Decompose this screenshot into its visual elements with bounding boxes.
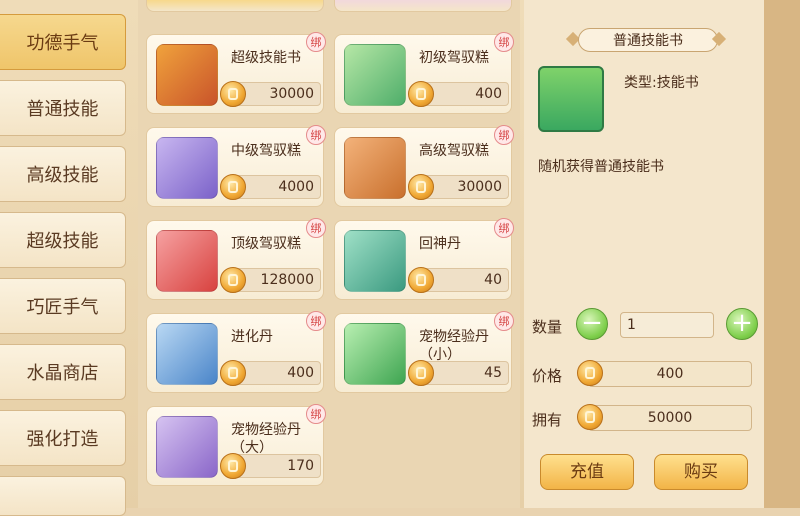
sidebar-item-label: 功德手气 (26, 33, 99, 54)
item-name: 超级技能书 (231, 50, 301, 66)
item-grid: 绑 超级技能书 30000 绑 初级驾驭糕 400 绑 中级驾驭糕 4000 绑… (138, 0, 520, 508)
cake-box-icon (344, 137, 406, 199)
item-name: 初级驾驭糕 (419, 50, 489, 66)
detail-title-box: 普通技能书 (578, 28, 718, 52)
coin-icon (220, 360, 246, 386)
item-name: 进化丹 (231, 329, 273, 345)
sidebar-item-forge[interactable]: 强化打造 (0, 410, 126, 466)
price-label: 价格 (532, 367, 563, 385)
sidebar-item-partial[interactable] (0, 476, 126, 516)
total-price: 400 (577, 360, 752, 387)
exp-pill-icon (156, 416, 218, 478)
pill-icon (344, 230, 406, 292)
bound-badge: 绑 (306, 311, 326, 331)
item-price: 30000 (408, 174, 509, 200)
item-price: 30000 (220, 81, 321, 107)
item-price: 128000 (220, 267, 321, 293)
bound-badge: 绑 (494, 218, 514, 238)
item-card[interactable]: 绑 宠物经验丹（小） 45 (334, 311, 514, 393)
item-price: 4000 (220, 174, 321, 200)
card-partial[interactable] (334, 0, 512, 12)
item-price: 40 (408, 267, 509, 293)
sidebar-item-crystal-shop[interactable]: 水晶商店 (0, 344, 126, 400)
skill-book-icon (156, 44, 218, 106)
item-card[interactable]: 绑 高级驾驭糕 30000 (334, 125, 514, 207)
cake-box-icon (344, 44, 406, 106)
sidebar-item-normal-skill[interactable]: 普通技能 (0, 80, 126, 136)
coin-icon (220, 174, 246, 200)
skill-book-icon (538, 66, 604, 132)
item-price: 400 (408, 81, 509, 107)
sidebar-item-label: 水晶商店 (26, 363, 99, 384)
detail-title: 普通技能书 (613, 33, 683, 49)
recharge-button[interactable]: 充值 (540, 454, 634, 490)
item-card[interactable]: 绑 初级驾驭糕 400 (334, 32, 514, 114)
coin-icon (220, 453, 246, 479)
sidebar-item-super-skill[interactable]: 超级技能 (0, 212, 126, 268)
sidebar-item-craftsman[interactable]: 巧匠手气 (0, 278, 126, 334)
item-description: 随机获得普通技能书 (538, 159, 664, 175)
sidebar-item-label: 普通技能 (26, 99, 99, 120)
coin-icon (408, 267, 434, 293)
quantity-decrease-button[interactable]: − (576, 308, 608, 340)
owned-amount: 50000 (577, 404, 752, 431)
coin-icon (577, 404, 603, 430)
item-price: 170 (220, 453, 321, 479)
quantity-label: 数量 (532, 318, 563, 336)
coin-icon (220, 267, 246, 293)
coin-icon (408, 81, 434, 107)
buy-button[interactable]: 购买 (654, 454, 748, 490)
bound-badge: 绑 (494, 125, 514, 145)
item-card[interactable]: 绑 回神丹 40 (334, 218, 514, 300)
sidebar-item-label: 强化打造 (26, 429, 99, 450)
sidebar-item-gongde[interactable]: 功德手气 (0, 14, 126, 70)
item-name: 回神丹 (419, 236, 461, 252)
quantity-increase-button[interactable]: + (726, 308, 758, 340)
window-edge (762, 0, 800, 508)
item-card[interactable]: 绑 超级技能书 30000 (146, 32, 326, 114)
item-price: 45 (408, 360, 509, 386)
coin-icon (577, 360, 603, 386)
item-name: 宠物经验丹（大） (231, 422, 301, 456)
evolution-pill-icon (156, 323, 218, 385)
owned-label: 拥有 (532, 411, 563, 429)
sidebar-item-advanced-skill[interactable]: 高级技能 (0, 146, 126, 202)
coin-icon (220, 81, 246, 107)
item-name: 宠物经验丹（小） (419, 329, 489, 363)
sidebar-item-label: 巧匠手气 (26, 297, 99, 318)
item-card[interactable]: 绑 进化丹 400 (146, 311, 326, 393)
coin-icon (408, 174, 434, 200)
item-card[interactable]: 绑 中级驾驭糕 4000 (146, 125, 326, 207)
item-price: 400 (220, 360, 321, 386)
bound-badge: 绑 (494, 32, 514, 52)
sidebar-item-label: 超级技能 (26, 231, 99, 252)
cake-box-icon (156, 137, 218, 199)
item-name: 顶级驾驭糕 (231, 236, 301, 252)
item-detail-panel: 普通技能书 类型:技能书 随机获得普通技能书 数量 − 1 + 价格 400 拥… (524, 0, 764, 508)
quantity-input[interactable]: 1 (620, 312, 714, 338)
category-sidebar: 功德手气 普通技能 高级技能 超级技能 巧匠手气 水晶商店 强化打造 (0, 10, 134, 516)
item-name: 中级驾驭糕 (231, 143, 301, 159)
item-card[interactable]: 绑 宠物经验丹（大） 170 (146, 404, 326, 486)
bound-badge: 绑 (306, 125, 326, 145)
card-partial[interactable] (146, 0, 324, 12)
bound-badge: 绑 (306, 32, 326, 52)
exp-pill-icon (344, 323, 406, 385)
item-name: 高级驾驭糕 (419, 143, 489, 159)
item-card[interactable]: 绑 顶级驾驭糕 128000 (146, 218, 326, 300)
coin-icon (408, 360, 434, 386)
bound-badge: 绑 (306, 218, 326, 238)
sidebar-item-label: 高级技能 (26, 165, 99, 186)
cake-pile-icon (156, 230, 218, 292)
item-type: 类型:技能书 (624, 75, 699, 91)
